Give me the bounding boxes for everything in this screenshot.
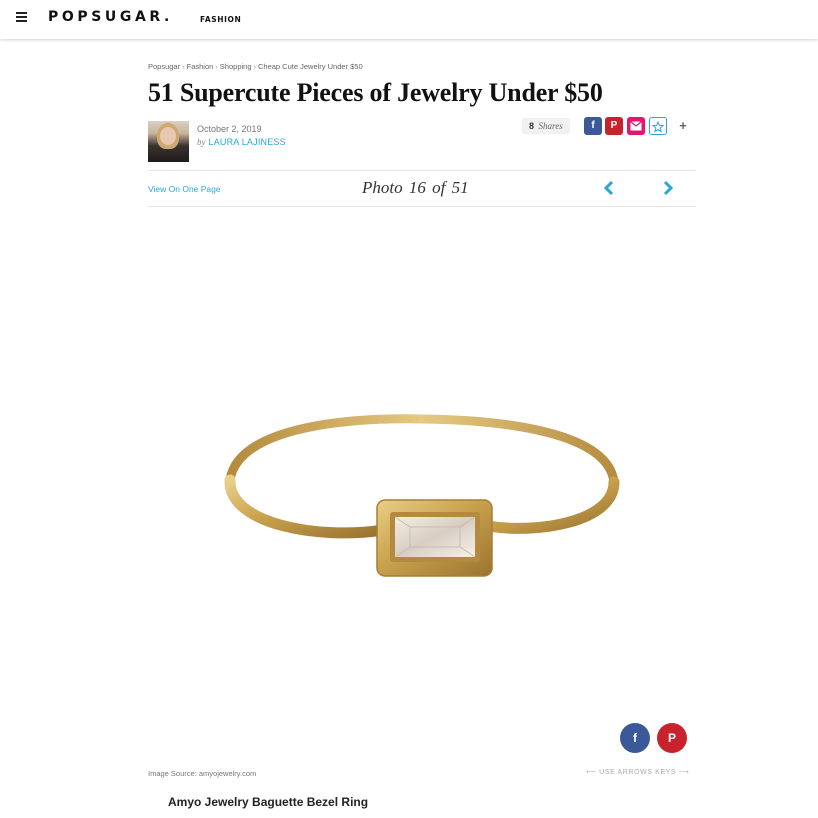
more-share-button[interactable]: + xyxy=(674,117,692,135)
byline-prefix: by xyxy=(197,137,206,147)
facebook-icon: f xyxy=(633,731,637,745)
publish-date: October 2, 2019 xyxy=(197,124,262,134)
view-on-one-page-link[interactable]: View On One Page xyxy=(148,184,221,194)
top-navigation-bar: POPSUGAR. FASHION xyxy=(0,0,818,39)
divider xyxy=(148,170,696,171)
breadcrumb-item-popsugar[interactable]: Popsugar xyxy=(148,62,180,71)
menu-icon[interactable] xyxy=(16,12,27,22)
photo-current: 16 xyxy=(408,178,426,197)
envelope-icon xyxy=(630,121,642,131)
next-photo-icon[interactable] xyxy=(661,180,675,196)
favorite-button[interactable] xyxy=(649,117,667,135)
breadcrumb-separator: › xyxy=(253,62,257,71)
byline: by LAURA LAJINESS xyxy=(197,137,286,147)
photo-total: 51 xyxy=(451,178,469,197)
product-caption[interactable]: Amyo Jewelry Baguette Bezel Ring xyxy=(168,795,368,809)
facebook-icon: f xyxy=(591,120,595,131)
pinterest-share-button[interactable]: P xyxy=(605,117,623,135)
pinterest-icon: P xyxy=(667,731,676,745)
breadcrumb-item-current[interactable]: Cheap Cute Jewelry Under $50 xyxy=(258,62,363,71)
ring-illustration xyxy=(224,414,620,577)
breadcrumb-separator: › xyxy=(182,62,185,71)
popsugar-logo[interactable]: POPSUGAR. xyxy=(48,9,173,25)
photo-counter: Photo 16 of 51 xyxy=(362,178,469,198)
star-icon xyxy=(651,120,665,133)
pinterest-share-round-button[interactable]: P xyxy=(657,723,687,753)
photo-of: of xyxy=(432,178,446,197)
product-image[interactable] xyxy=(148,212,696,760)
breadcrumb: Popsugar › Fashion › Shopping › Cheap Cute Jew… xyxy=(148,62,363,71)
breadcrumb-item-shopping[interactable]: Shopping xyxy=(220,62,252,71)
share-count-number: 8 xyxy=(529,121,535,131)
image-source: Image Source: amyojewelry.com xyxy=(148,769,257,778)
facebook-share-button[interactable]: f xyxy=(584,117,602,135)
share-count: 8 Shares xyxy=(522,118,570,134)
author-link[interactable]: LAURA LAJINESS xyxy=(209,137,286,147)
arrow-keys-hint: ⟵ USE ARROWS KEYS ⟶ xyxy=(586,769,690,776)
divider xyxy=(148,206,696,207)
photo-word: Photo xyxy=(362,178,403,197)
facebook-share-round-button[interactable]: f xyxy=(620,723,650,753)
section-label[interactable]: FASHION xyxy=(200,15,241,24)
email-share-button[interactable] xyxy=(627,117,645,135)
author-avatar[interactable] xyxy=(148,121,189,162)
article-title: 51 Supercute Pieces of Jewelry Under $50 xyxy=(148,78,603,107)
share-count-label: Shares xyxy=(538,121,563,131)
breadcrumb-separator: › xyxy=(215,62,218,71)
pinterest-icon: P xyxy=(610,120,618,131)
breadcrumb-item-fashion[interactable]: Fashion xyxy=(187,62,214,71)
previous-photo-icon[interactable] xyxy=(602,180,616,196)
